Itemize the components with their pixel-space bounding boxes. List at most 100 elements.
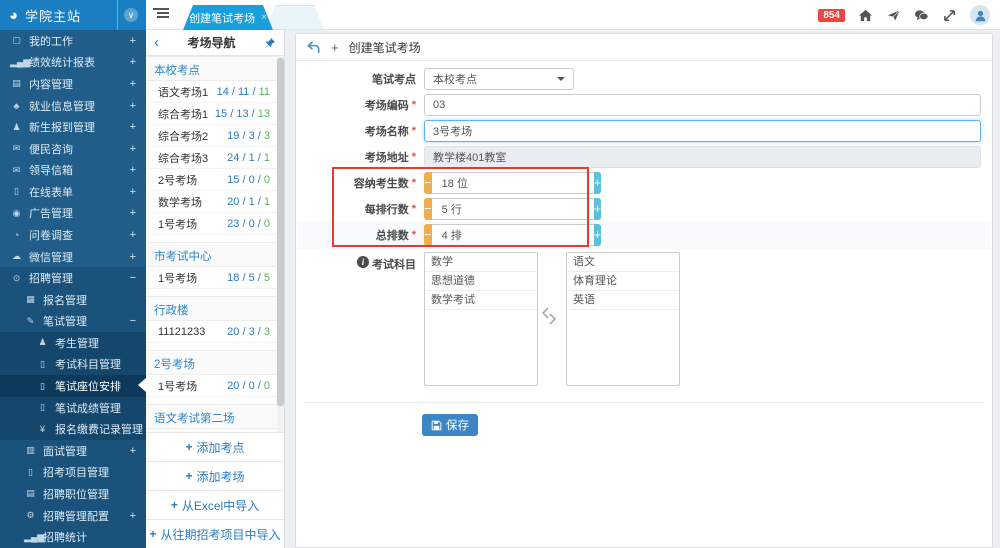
required-asterisk: * [412,229,416,241]
total-rows-input[interactable] [432,224,594,246]
sidebar-item-performance-reports[interactable]: ▂▄▆绩效统计报表+ [0,52,146,74]
sidebar-item-candidate-management[interactable]: ♟考生管理 [0,332,146,354]
site-group-header[interactable]: 语文考试第二场 [146,404,284,429]
site-group-header[interactable]: 2号考场 [146,350,284,375]
expand-plus-icon[interactable]: + [130,56,136,68]
increment-button[interactable]: + [594,198,602,220]
tab-close-icon[interactable]: × [261,12,267,23]
notification-count-badge[interactable]: 854 [818,9,845,22]
sidebar-item-ad-management[interactable]: ◉广告管理+ [0,203,146,225]
decrement-button[interactable]: − [424,224,432,246]
save-button[interactable]: 保存 [422,414,478,436]
expand-plus-icon[interactable]: + [130,164,136,176]
expand-plus-icon[interactable]: + [130,445,136,457]
collapse-minus-icon[interactable]: − [130,272,136,284]
sidebar-item-written-exam-seating[interactable]: ▯笔试座位安排 [0,375,146,397]
fullscreen-icon[interactable] [942,8,957,23]
files-icon: ▤ [10,78,23,89]
transfer-arrows-icon [540,304,558,328]
room-name-input[interactable] [424,120,981,142]
sidebar-item-registration-management[interactable]: ▦报名管理 [0,289,146,311]
per-row-input[interactable] [432,198,594,220]
increment-button[interactable]: + [594,172,602,194]
expand-plus-icon[interactable]: + [130,35,136,47]
room-list-item[interactable]: 1号考场18 / 5 / 5 [146,267,284,289]
expand-plus-icon[interactable]: + [130,121,136,133]
subject-option[interactable]: 思想道德 [425,272,537,291]
sidebar-item-recruitment-management[interactable]: ⊙招聘管理− [0,267,146,289]
room-list-item[interactable]: 2号考场15 / 0 / 0 [146,169,284,191]
expand-plus-icon[interactable]: + [130,78,136,90]
decrement-button[interactable]: − [424,172,432,194]
room-list-item[interactable]: 语文考场114 / 11 / 11 [146,81,284,103]
subject-option[interactable]: 数学考试 [425,291,537,310]
paper-plane-icon[interactable] [886,8,901,23]
subject-option[interactable]: 数学 [425,253,537,272]
sidebar-item-exam-subject-management[interactable]: ▯考试科目管理 [0,354,146,376]
expand-plus-icon[interactable]: + [130,207,136,219]
sidebar-item-recruitment-projects[interactable]: ▯招考项目管理 [0,462,146,484]
expand-plus-icon[interactable]: + [130,143,136,155]
sidebar-item-public-consultation[interactable]: ✉便民咨询+ [0,138,146,160]
users-icon: ♟ [36,337,49,348]
home-icon[interactable] [858,8,873,23]
room-list-item[interactable]: 1号考场23 / 0 / 0 [146,213,284,235]
expand-plus-icon[interactable]: + [130,229,136,241]
nav-scrollbar[interactable] [277,56,284,432]
sidebar-item-written-exam-scores[interactable]: ▯笔试成绩管理 [0,397,146,419]
collapse-minus-icon[interactable]: − [130,315,136,327]
user-avatar[interactable] [970,5,990,25]
sidebar-toggle-icon[interactable] [153,8,169,22]
sidebar-item-interview-management[interactable]: ▥面试管理+ [0,440,146,462]
import-from-past-project-button[interactable]: +从往期招考项目中导入 [146,519,284,548]
sidebar-item-my-work[interactable]: ▢我的工作+ [0,30,146,52]
import-from-excel-button[interactable]: +从Excel中导入 [146,490,284,519]
site-group-header[interactable]: 市考试中心 [146,242,284,267]
venue-select[interactable]: 本校考点 [424,68,574,90]
sidebar-item-written-exam-management[interactable]: ✎笔试管理− [0,311,146,333]
sidebar-item-wechat-management[interactable]: ☁微信管理+ [0,246,146,268]
subject-option[interactable]: 英语 [567,291,679,310]
pin-icon[interactable] [264,37,276,49]
sidebar-item-recruitment-stats[interactable]: ▂▄▆招聘统计 [0,526,146,548]
messages-icon[interactable] [914,8,929,23]
room-list-item[interactable]: 1112123320 / 3 / 3 [146,321,284,343]
room-list-item[interactable]: 综合考场219 / 3 / 3 [146,125,284,147]
add-site-button[interactable]: +添加考点 [146,432,284,461]
selected-subjects-listbox[interactable]: 语文 体育理论 英语 [566,252,680,386]
room-list-item[interactable]: 数学考场20 / 1 / 1 [146,191,284,213]
add-room-button[interactable]: +添加考场 [146,461,284,490]
room-list-item[interactable]: 综合考场324 / 1 / 1 [146,147,284,169]
calendar-icon: ▥ [24,445,37,456]
sidebar-item-leader-mailbox[interactable]: ✉领导信箱+ [0,159,146,181]
decrement-button[interactable]: − [424,198,432,220]
sidebar-item-surveys[interactable]: ◔问卷调查+ [0,224,146,246]
file-icon: ▯ [36,381,49,392]
sidebar-item-recruitment-positions[interactable]: ▤招聘职位管理 [0,483,146,505]
room-list-item[interactable]: 综合考场115 / 13 / 13 [146,103,284,125]
subject-option[interactable]: 体育理论 [567,272,679,291]
chevron-down-circle-icon[interactable]: ∨ [124,8,138,22]
expand-plus-icon[interactable]: + [130,510,136,522]
nav-scrollbar-thumb[interactable] [277,58,284,406]
sidebar-item-payment-records[interactable]: ¥报名缴费记录管理 [0,418,146,440]
capacity-input[interactable] [432,172,594,194]
expand-plus-icon[interactable]: + [130,100,136,112]
sidebar-item-content-management[interactable]: ▤内容管理+ [0,73,146,95]
expand-plus-icon[interactable]: + [130,251,136,263]
room-code-input[interactable] [424,94,981,116]
site-group-header[interactable]: 行政楼 [146,296,284,321]
site-group-header[interactable]: 本校考点 [146,56,284,81]
sidebar-item-new-student-registration[interactable]: ♟新生报到管理+ [0,116,146,138]
sidebar-item-employment-info[interactable]: ♣就业信息管理+ [0,95,146,117]
expand-plus-icon[interactable]: + [130,186,136,198]
available-subjects-listbox[interactable]: 数学 思想道德 数学考试 [424,252,538,386]
room-list-item[interactable]: 1号考场20 / 0 / 0 [146,375,284,397]
tab-create-written-exam-room[interactable]: 创建笔试考场 × [183,5,273,30]
back-arrow-icon[interactable] [306,40,321,55]
increment-button[interactable]: + [594,224,602,246]
sidebar-item-recruitment-config[interactable]: ⚙招聘管理配置+ [0,505,146,527]
brand-header[interactable]: ◕ 学院主站 ∨ [0,0,146,30]
sidebar-item-online-forms[interactable]: ▯在线表单+ [0,181,146,203]
subject-option[interactable]: 语文 [567,253,679,272]
